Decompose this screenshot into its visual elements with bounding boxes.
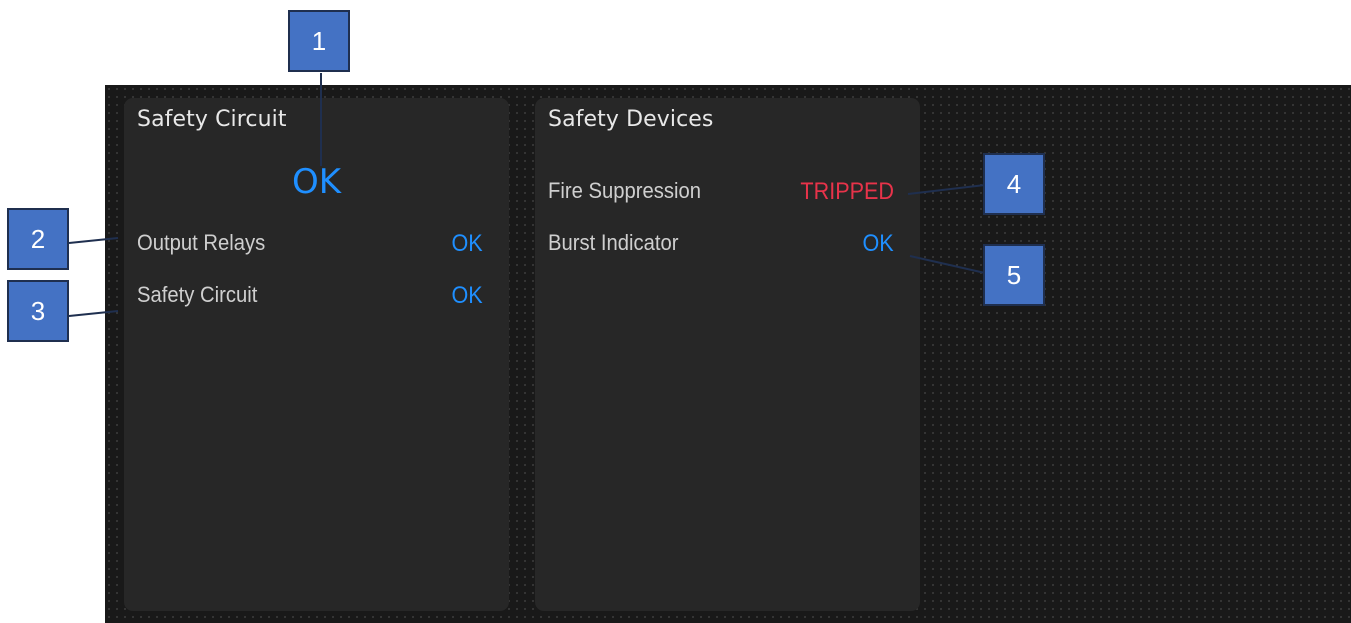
- row-label: Fire Suppression: [548, 178, 702, 203]
- callout-badge-2: 2: [7, 208, 69, 270]
- row-status-value: OK: [862, 230, 894, 257]
- main-status-value: OK: [291, 162, 342, 202]
- callout-badge-4: 4: [983, 153, 1045, 215]
- callout-badge-5: 5: [983, 244, 1045, 306]
- row-label: Safety Circuit: [137, 282, 258, 307]
- safety-circuit-panel: Safety Circuit OK Output Relays OK Safet…: [124, 98, 509, 611]
- callout-badge-1: 1: [288, 10, 350, 72]
- row-label: Output Relays: [137, 230, 266, 255]
- row-status-value: TRIPPED: [800, 178, 894, 205]
- safety-devices-panel: Safety Devices Fire Suppression TRIPPED …: [535, 98, 920, 611]
- row-status-value: OK: [451, 230, 483, 257]
- callout-badge-3: 3: [7, 280, 69, 342]
- status-row-fire-suppression: Fire Suppression TRIPPED: [548, 178, 894, 208]
- screenshot-stage: Safety Circuit OK Output Relays OK Safet…: [0, 0, 1351, 623]
- status-row-output-relays: Output Relays OK: [137, 230, 483, 260]
- row-label: Burst Indicator: [548, 230, 679, 255]
- panel-title: Safety Devices: [548, 107, 714, 132]
- status-row-safety-circuit: Safety Circuit OK: [137, 282, 483, 312]
- row-status-value: OK: [451, 282, 483, 309]
- panel-title: Safety Circuit: [137, 107, 287, 132]
- dashboard-canvas: Safety Circuit OK Output Relays OK Safet…: [105, 85, 1351, 623]
- status-row-burst-indicator: Burst Indicator OK: [548, 230, 894, 260]
